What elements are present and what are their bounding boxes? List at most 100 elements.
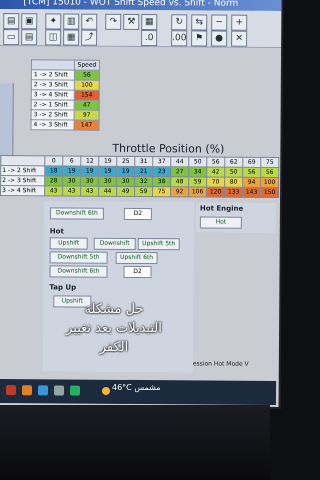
throttle-cell[interactable]: 50 bbox=[224, 167, 243, 178]
throttle-cell[interactable]: 49 bbox=[116, 186, 135, 197]
speed-cell[interactable]: 47 bbox=[74, 100, 100, 111]
throttle-cell[interactable]: 92 bbox=[170, 186, 189, 197]
tool-icon[interactable]: ⚒ bbox=[123, 13, 140, 31]
throttle-cell[interactable]: 38 bbox=[152, 176, 171, 187]
split-icon[interactable]: ◫ bbox=[45, 29, 62, 46]
throttle-cell[interactable]: 56 bbox=[242, 167, 261, 178]
grid-icon[interactable]: ▦ bbox=[141, 14, 158, 31]
refresh-icon[interactable]: ↻ bbox=[171, 14, 188, 31]
throttle-cell[interactable]: 30 bbox=[62, 175, 81, 187]
throttle-cell[interactable]: 43 bbox=[62, 185, 81, 197]
redo-icon[interactable]: ↷ bbox=[105, 13, 122, 30]
speed-cell[interactable]: 97 bbox=[74, 110, 100, 121]
throttle-cell[interactable]: 19 bbox=[80, 166, 99, 177]
throttle-cell[interactable]: 27 bbox=[170, 166, 189, 177]
hot-group-label: Hot bbox=[49, 227, 64, 236]
throttle-cell[interactable]: 44 bbox=[98, 186, 117, 197]
dot-icon[interactable]: ● bbox=[211, 30, 228, 47]
throttle-cell[interactable]: 70 bbox=[206, 176, 225, 188]
blank-header bbox=[31, 59, 75, 71]
column-header: 12 bbox=[80, 156, 99, 167]
caption-line-1: حل مشكلة bbox=[84, 302, 144, 317]
table-row: 4 -> 3 Shift 147 bbox=[30, 119, 100, 131]
throttle-cell[interactable]: 34 bbox=[188, 166, 207, 177]
downshift-button[interactable]: Downshift bbox=[93, 237, 136, 250]
app-icon[interactable] bbox=[69, 385, 81, 396]
throttle-cell[interactable]: 30 bbox=[80, 176, 99, 187]
speed-cell[interactable]: 100 bbox=[74, 80, 100, 91]
throttle-cell[interactable]: 43 bbox=[44, 185, 63, 196]
compare-icon[interactable]: ⇆ bbox=[191, 14, 208, 31]
open-icon[interactable]: ▤ bbox=[3, 13, 20, 30]
throttle-cell[interactable]: 80 bbox=[224, 177, 243, 188]
hot-engine-field[interactable]: Hot bbox=[199, 216, 242, 229]
speed-cell[interactable]: 154 bbox=[74, 90, 100, 101]
dec2-icon[interactable]: .00 bbox=[171, 30, 188, 47]
table-row: 2 -> 3 Shift 100 bbox=[31, 79, 100, 91]
throttle-cell[interactable]: 48 bbox=[170, 176, 189, 187]
throttle-cell[interactable]: 19 bbox=[116, 166, 135, 177]
undo-icon[interactable]: ↶ bbox=[81, 13, 98, 30]
upshift-button[interactable]: Upshift bbox=[49, 237, 88, 250]
throttle-cell[interactable]: 143 bbox=[242, 187, 261, 198]
downshift-5th-button[interactable]: Downshift 5th bbox=[49, 251, 108, 264]
throttle-cell[interactable]: 30 bbox=[98, 176, 117, 187]
upshift-6th-button[interactable]: Upshift 6th bbox=[115, 251, 158, 265]
row-label: 2 -> 3 Shift bbox=[31, 79, 75, 91]
throttle-cell[interactable]: 133 bbox=[224, 187, 243, 198]
downshift-6th-button[interactable]: Downshift 6th bbox=[49, 207, 104, 220]
app-icon[interactable] bbox=[53, 385, 65, 396]
downshift-6th-button-2[interactable]: Downshift 6th bbox=[49, 265, 108, 278]
column-header: 25 bbox=[116, 156, 135, 167]
throttle-cell[interactable]: 18 bbox=[44, 165, 63, 176]
d2-field-2[interactable]: D2 bbox=[123, 265, 152, 279]
throttle-cell[interactable]: 120 bbox=[206, 186, 225, 198]
row-label: 2 -> 1 Shift bbox=[31, 99, 75, 111]
app-icon[interactable] bbox=[21, 385, 33, 396]
graph-icon[interactable]: ⤴ bbox=[81, 29, 98, 46]
flag-icon[interactable]: ⚑ bbox=[191, 30, 208, 47]
app-icon[interactable] bbox=[5, 385, 17, 396]
throttle-cell[interactable]: 19 bbox=[98, 166, 117, 177]
chart-icon[interactable]: ▥ bbox=[63, 13, 80, 30]
throttle-cell[interactable]: 28 bbox=[44, 175, 63, 186]
throttle-cell[interactable]: 106 bbox=[188, 186, 207, 197]
plus-icon[interactable]: + bbox=[231, 14, 248, 31]
throttle-cell[interactable]: 30 bbox=[116, 176, 135, 187]
throttle-cell[interactable]: 43 bbox=[80, 186, 99, 197]
throttle-cell[interactable]: 75 bbox=[152, 186, 171, 197]
speed-cell[interactable]: 147 bbox=[73, 120, 100, 131]
throttle-cell[interactable]: 59 bbox=[188, 176, 207, 187]
throttle-cell[interactable]: 21 bbox=[134, 166, 153, 177]
partial-label: ession Hot Mode V bbox=[192, 360, 249, 368]
throttle-cell[interactable]: 150 bbox=[260, 187, 279, 198]
table-row: 3 -> 2 Shift 97 bbox=[31, 109, 100, 121]
throttle-title: Throttle Position (%) bbox=[112, 141, 225, 156]
cross-icon[interactable]: ✕ bbox=[231, 30, 248, 47]
table-icon[interactable]: ▤ bbox=[21, 29, 38, 46]
throttle-cell[interactable]: 94 bbox=[242, 177, 261, 188]
minus-icon[interactable]: − bbox=[211, 14, 228, 31]
throttle-cell[interactable]: 42 bbox=[206, 166, 225, 178]
weather-widget[interactable]: 46°C مشمس bbox=[112, 383, 161, 392]
desk-surface bbox=[0, 405, 270, 480]
throttle-cell[interactable]: 23 bbox=[152, 166, 171, 177]
overlay-caption: حل مشكلة التبديلات بعد تغيير الكفر bbox=[34, 300, 194, 357]
save-icon[interactable]: ▣ bbox=[21, 13, 38, 30]
throttle-cell[interactable]: 59 bbox=[134, 186, 153, 197]
column-header: 69 bbox=[242, 157, 261, 168]
speed-header: Speed bbox=[74, 60, 100, 71]
throttle-cell[interactable]: 56 bbox=[260, 167, 279, 178]
view-icon[interactable]: ▭ bbox=[3, 29, 20, 46]
app-icon[interactable] bbox=[37, 385, 49, 396]
throttle-cell[interactable]: 100 bbox=[260, 177, 279, 188]
throttle-cell[interactable]: 19 bbox=[62, 165, 81, 177]
throttle-cell[interactable]: 32 bbox=[134, 176, 153, 187]
d2-field[interactable]: D2 bbox=[123, 207, 152, 221]
decimal-icon[interactable]: .0 bbox=[141, 30, 158, 47]
wand-icon[interactable]: ✦ bbox=[45, 13, 62, 30]
row-label: 1 -> 2 Shift bbox=[0, 165, 45, 176]
grid2-icon[interactable]: ▦ bbox=[63, 29, 80, 46]
speed-cell[interactable]: 56 bbox=[74, 70, 100, 81]
upshift-5th-button[interactable]: Upshift 5th bbox=[137, 238, 180, 251]
